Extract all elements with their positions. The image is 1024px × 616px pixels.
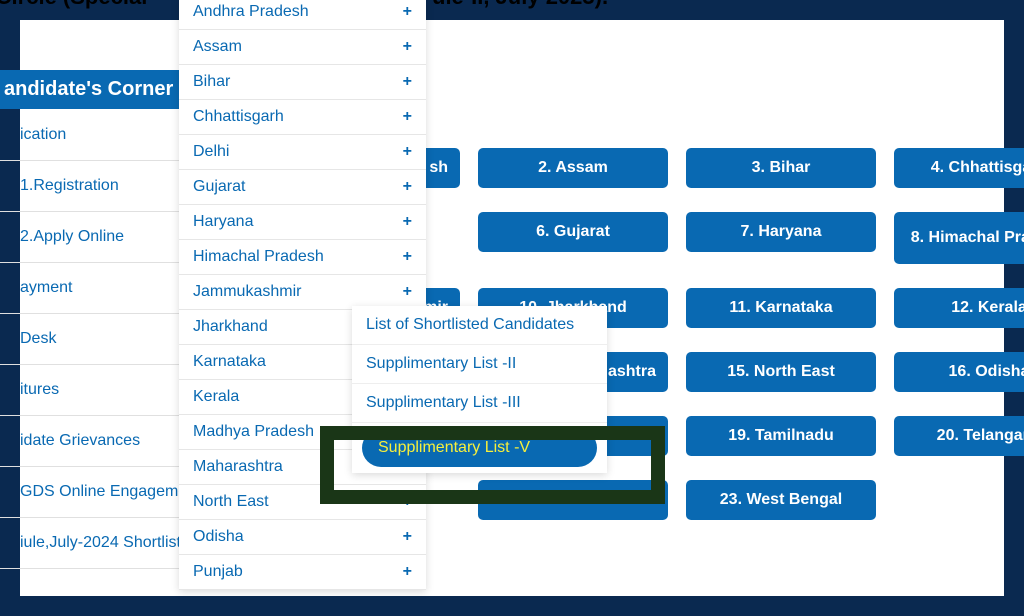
submenu-supp2[interactable]: Supplimentary List -II: [352, 345, 607, 384]
dropdown-haryana[interactable]: Haryana+: [179, 205, 426, 240]
plus-icon: +: [403, 213, 412, 231]
state-btn-tamilnadu[interactable]: 19. Tamilnadu: [686, 416, 876, 456]
state-btn-bihar[interactable]: 3. Bihar: [686, 148, 876, 188]
state-btn-haryana[interactable]: 7. Haryana: [686, 212, 876, 252]
page-title-right: ule-II, July 2023).: [432, 0, 608, 10]
submenu-supp5-highlighted[interactable]: Supplimentary List -V: [362, 429, 597, 467]
state-btn-kerala[interactable]: 12. Kerala: [894, 288, 1024, 328]
plus-icon: +: [403, 283, 412, 301]
plus-icon: +: [403, 38, 412, 56]
state-dropdown: Andhra Pradesh+ Assam+ Bihar+ Chhattisga…: [179, 0, 426, 590]
state-btn-westbengal[interactable]: 23. West Bengal: [686, 480, 876, 520]
state-btn-northeast[interactable]: 15. North East: [686, 352, 876, 392]
plus-icon: +: [403, 178, 412, 196]
plus-icon: +: [403, 73, 412, 91]
candidate-corner-header: andidate's Corner: [0, 70, 187, 109]
dropdown-chhattisgarh[interactable]: Chhattisgarh+: [179, 100, 426, 135]
dropdown-andhra[interactable]: Andhra Pradesh+: [179, 0, 426, 30]
plus-icon: +: [403, 143, 412, 161]
dropdown-punjab[interactable]: Punjab+: [179, 555, 426, 590]
state-btn-karnataka[interactable]: 11. Karnataka: [686, 288, 876, 328]
state-btn-assam[interactable]: 2. Assam: [478, 148, 668, 188]
state-btn-gujarat[interactable]: 6. Gujarat: [478, 212, 668, 252]
dropdown-northeast[interactable]: North East+: [179, 485, 426, 520]
dropdown-odisha[interactable]: Odisha+: [179, 520, 426, 555]
page-title-left: st Circle (Special: [0, 0, 147, 10]
state-btn-himachal[interactable]: 8. Himachal Pradesh: [894, 212, 1024, 264]
dropdown-himachal[interactable]: Himachal Pradesh+: [179, 240, 426, 275]
submenu-supp3[interactable]: Supplimentary List -III: [352, 384, 607, 423]
state-btn-chhattisgarh[interactable]: 4. Chhattisgarh: [894, 148, 1024, 188]
state-btn-telangana[interactable]: 20. Telangana: [894, 416, 1024, 456]
state-btn-uttarakhand[interactable]: 22. Uttarakhand: [478, 480, 668, 520]
dropdown-bihar[interactable]: Bihar+: [179, 65, 426, 100]
plus-icon: +: [403, 528, 412, 546]
plus-icon: +: [403, 563, 412, 581]
submenu: List of Shortlisted Candidates Supplimen…: [352, 306, 607, 473]
dropdown-assam[interactable]: Assam+: [179, 30, 426, 65]
submenu-shortlisted[interactable]: List of Shortlisted Candidates: [352, 306, 607, 345]
plus-icon: +: [403, 493, 412, 511]
dropdown-gujarat[interactable]: Gujarat+: [179, 170, 426, 205]
dropdown-delhi[interactable]: Delhi+: [179, 135, 426, 170]
plus-icon: +: [403, 108, 412, 126]
state-btn-odisha[interactable]: 16. Odisha: [894, 352, 1024, 392]
plus-icon: +: [403, 3, 412, 21]
plus-icon: +: [403, 248, 412, 266]
dropdown-jk[interactable]: Jammukashmir+: [179, 275, 426, 310]
